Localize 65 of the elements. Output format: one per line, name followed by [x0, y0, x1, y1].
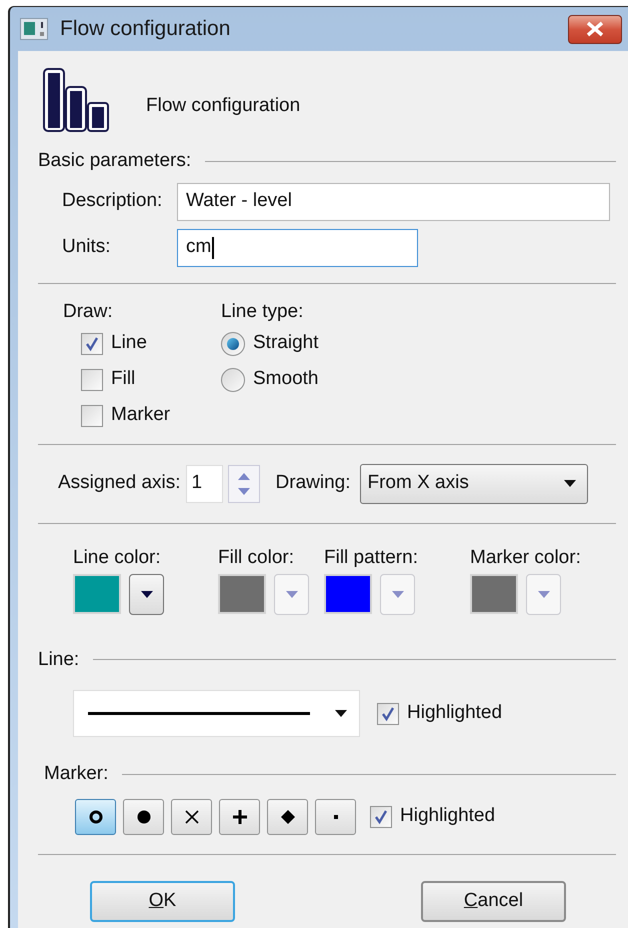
- checkbox[interactable]: [81, 404, 103, 426]
- close-icon: [585, 21, 605, 37]
- dropdown[interactable]: From X axis: [360, 464, 588, 504]
- check-icon: [373, 808, 389, 824]
- checkbox[interactable]: [370, 806, 392, 828]
- x-marker-icon: [184, 808, 200, 824]
- checkbox-label: Marker: [111, 403, 170, 428]
- check-icon: [380, 706, 396, 722]
- color-label: Fill pattern:: [324, 546, 419, 570]
- caret-icon: [392, 590, 404, 598]
- up-arrow-icon: [238, 472, 250, 480]
- plus-marker-icon: [232, 808, 248, 824]
- group-label: Basic parameters:: [38, 149, 192, 173]
- radio-button[interactable]: [221, 332, 245, 356]
- checkbox-label: Line: [111, 331, 147, 356]
- field-label: Drawing:: [276, 471, 350, 496]
- caret-icon: [286, 590, 298, 598]
- caret-icon: [564, 480, 576, 487]
- checkbox-label: Highlighted: [400, 804, 496, 828]
- window-title: Flow configuration: [60, 16, 230, 42]
- field-label: Assigned axis:: [58, 471, 181, 496]
- text-field[interactable]: Water - level: [177, 182, 610, 220]
- bar-chart-icon: [43, 68, 109, 132]
- close-button[interactable]: [568, 14, 622, 44]
- radio-label: Straight: [253, 331, 318, 356]
- radio-button[interactable]: [221, 368, 245, 392]
- point-marker-icon: [334, 814, 338, 818]
- group-label: Draw:: [63, 300, 114, 324]
- caret-icon: [538, 590, 550, 598]
- check-icon: [84, 336, 100, 352]
- text-field[interactable]: cm: [177, 228, 418, 266]
- group-label: Line type:: [221, 300, 304, 324]
- color-dropdown-button[interactable]: [129, 574, 164, 614]
- checkbox[interactable]: [377, 702, 399, 724]
- color-label: Marker color:: [470, 546, 582, 570]
- marker-shape-button[interactable]: [267, 798, 308, 834]
- field-label: Units:: [62, 235, 112, 260]
- header-title: Flow configuration: [146, 94, 300, 118]
- marker-shape-button[interactable]: [171, 798, 212, 834]
- group-label: Marker:: [44, 762, 108, 786]
- caret-icon: [140, 590, 152, 598]
- checkbox[interactable]: [81, 368, 103, 390]
- color-label: Fill color:: [218, 546, 296, 570]
- filled-circle-marker-icon: [136, 808, 152, 824]
- marker-shape-button[interactable]: [219, 798, 260, 834]
- marker-shape-button[interactable]: [123, 798, 164, 834]
- window-icon: [20, 18, 48, 40]
- circle-marker-icon: [88, 808, 104, 824]
- number-field[interactable]: 1: [186, 464, 223, 502]
- dialog-button[interactable]: OK: [90, 880, 235, 922]
- checkbox-label: Highlighted: [407, 701, 502, 726]
- spin-button[interactable]: [228, 464, 260, 502]
- down-arrow-icon: [238, 488, 250, 494]
- marker-shape-button[interactable]: [75, 798, 116, 834]
- line-style-dropdown[interactable]: [73, 690, 360, 737]
- color-label: Line color:: [73, 546, 162, 570]
- checkbox[interactable]: [81, 332, 103, 354]
- caret-icon: [335, 710, 347, 717]
- dialog-button[interactable]: Cancel: [421, 880, 566, 922]
- marker-shape-button[interactable]: [315, 798, 356, 834]
- group-label: Line:: [38, 648, 80, 672]
- radio-label: Smooth: [253, 367, 318, 392]
- field-label: Description:: [62, 189, 164, 214]
- checkbox-label: Fill: [111, 367, 136, 392]
- diamond-marker-icon: [280, 808, 296, 824]
